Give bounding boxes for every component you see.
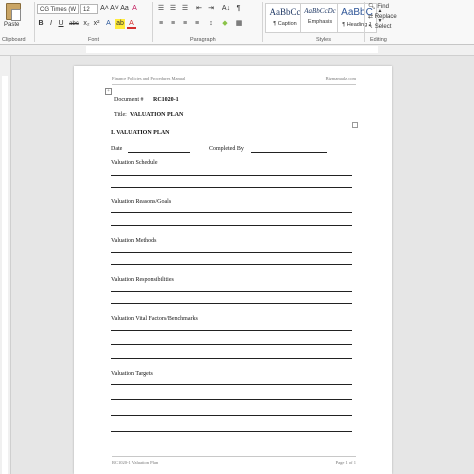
bold-button[interactable]: B bbox=[37, 19, 45, 29]
align-left-button[interactable]: ≡ bbox=[156, 19, 166, 29]
cursor-icon: ↖ bbox=[368, 24, 374, 30]
doc-number-value: RC1020-1 bbox=[153, 97, 179, 103]
style-caption[interactable]: AaBbCc ¶ Caption bbox=[265, 3, 305, 33]
shrink-font-button[interactable]: A˅ bbox=[110, 4, 119, 14]
answer-line[interactable] bbox=[111, 415, 352, 416]
vertical-ruler[interactable] bbox=[0, 56, 11, 474]
group-label-clipboard: Clipboard bbox=[2, 37, 26, 43]
multilevel-list-button[interactable]: ☰ bbox=[180, 4, 190, 14]
shading-button[interactable]: ◆ bbox=[220, 19, 230, 29]
show-marks-button[interactable]: ¶ bbox=[234, 4, 243, 14]
section-label: Valuation Vital Factors/Benchmarks bbox=[111, 316, 198, 322]
date-label: Date bbox=[111, 146, 123, 152]
align-center-button[interactable]: ≡ bbox=[168, 19, 178, 29]
section-label: Valuation Reasons/Goals bbox=[111, 199, 172, 205]
footer-left-text: RC1020-1 Valuation Plan bbox=[112, 460, 159, 465]
bullets-button[interactable]: ☰ bbox=[156, 4, 166, 14]
table-resize-handle[interactable] bbox=[352, 122, 358, 128]
ruler-text-area bbox=[2, 76, 8, 474]
answer-line[interactable] bbox=[111, 225, 352, 226]
answer-line[interactable] bbox=[111, 344, 352, 345]
sort-button[interactable]: A↓ bbox=[220, 4, 232, 14]
decrease-indent-button[interactable]: ⇤ bbox=[194, 4, 204, 14]
horizontal-ruler[interactable] bbox=[0, 45, 474, 56]
magnifier-icon: 🔍︎ bbox=[368, 4, 376, 10]
style-emphasis[interactable]: AaBbCcDc Emphasis bbox=[300, 3, 340, 33]
align-right-button[interactable]: ≡ bbox=[180, 19, 190, 29]
strikethrough-button[interactable]: abc bbox=[68, 19, 80, 29]
clipboard-icon bbox=[6, 3, 21, 21]
underline-button[interactable]: U bbox=[57, 19, 65, 29]
subscript-button[interactable]: x₂ bbox=[82, 19, 91, 29]
group-label-styles: Styles bbox=[316, 37, 331, 43]
title-value: VALUATION PLAN bbox=[130, 112, 184, 118]
date-field[interactable] bbox=[128, 152, 190, 153]
numbering-button[interactable]: ☰ bbox=[168, 4, 178, 14]
doc-number-label: Document # bbox=[114, 97, 144, 103]
borders-button[interactable]: ▦ bbox=[234, 19, 244, 29]
answer-line[interactable] bbox=[111, 187, 352, 188]
font-size-select[interactable]: 12 bbox=[80, 4, 98, 14]
replace-icon: ⇄ bbox=[368, 14, 374, 20]
clear-formatting-button[interactable]: A bbox=[130, 4, 139, 14]
answer-line[interactable] bbox=[111, 399, 352, 400]
divider bbox=[262, 2, 263, 42]
divider bbox=[34, 2, 35, 42]
answer-line[interactable] bbox=[111, 330, 352, 331]
title-label: Title: bbox=[114, 112, 127, 118]
document-page[interactable]: Finance Policies and Procedures Manual B… bbox=[74, 66, 392, 474]
highlight-button[interactable]: ab bbox=[115, 19, 125, 29]
text-effects-button[interactable]: A bbox=[104, 19, 113, 29]
answer-line[interactable] bbox=[111, 264, 352, 265]
section-label: Valuation Responsibilities bbox=[111, 277, 174, 283]
font-name-select[interactable]: CG Times (W bbox=[37, 4, 79, 14]
ruler-text-area bbox=[86, 46, 378, 53]
footer-right-text: Page 1 of 1 bbox=[335, 460, 356, 465]
divider bbox=[152, 2, 153, 42]
find-button[interactable]: 🔍︎ Find bbox=[368, 3, 389, 12]
paste-button[interactable]: Paste bbox=[2, 2, 24, 34]
increase-indent-button[interactable]: ⇥ bbox=[206, 4, 216, 14]
answer-line[interactable] bbox=[111, 384, 352, 385]
font-color-button[interactable]: A bbox=[127, 19, 136, 29]
table-move-handle-icon[interactable]: + bbox=[105, 88, 112, 95]
completed-by-label: Completed By bbox=[209, 146, 244, 152]
section-label: Valuation Methods bbox=[111, 238, 157, 244]
group-label-editing: Editing bbox=[370, 37, 387, 43]
section-label: Valuation Targets bbox=[111, 371, 153, 377]
answer-line[interactable] bbox=[111, 431, 352, 432]
select-button[interactable]: ↖ Select bbox=[368, 23, 391, 32]
footer-rule bbox=[112, 456, 356, 457]
header-right-text: Bizmanualz.com bbox=[325, 76, 356, 81]
group-label-font: Font bbox=[88, 37, 100, 43]
completed-by-field[interactable] bbox=[251, 152, 327, 153]
header-left-text: Finance Policies and Procedures Manual bbox=[112, 76, 186, 81]
answer-line[interactable] bbox=[111, 358, 352, 359]
replace-button[interactable]: ⇄ Replace bbox=[368, 13, 397, 22]
header-rule bbox=[112, 84, 356, 85]
answer-line[interactable] bbox=[111, 291, 352, 292]
answer-line[interactable] bbox=[111, 212, 352, 213]
section-heading: I. VALUATION PLAN bbox=[111, 130, 170, 136]
divider bbox=[364, 2, 365, 42]
change-case-button[interactable]: Aa bbox=[120, 4, 129, 14]
superscript-button[interactable]: x² bbox=[92, 19, 101, 29]
ribbon: Paste Clipboard CG Times (W 12 A˄ A˅ Aa … bbox=[0, 0, 474, 45]
section-label: Valuation Schedule bbox=[111, 160, 158, 166]
italic-button[interactable]: I bbox=[47, 19, 55, 29]
grow-font-button[interactable]: A˄ bbox=[100, 4, 109, 14]
answer-line[interactable] bbox=[111, 175, 352, 176]
justify-button[interactable]: ≡ bbox=[192, 19, 202, 29]
line-spacing-button[interactable]: ↕ bbox=[206, 19, 216, 29]
group-label-paragraph: Paragraph bbox=[190, 37, 216, 43]
answer-line[interactable] bbox=[111, 252, 352, 253]
answer-line[interactable] bbox=[111, 303, 352, 304]
